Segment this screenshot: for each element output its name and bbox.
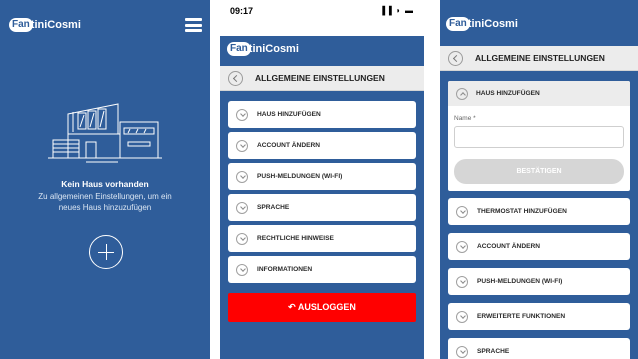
logo-word-a: tini xyxy=(248,43,266,55)
no-house-message: Zu allgemeinen Einstellungen, um ein neu… xyxy=(38,192,172,212)
chevron-up-icon xyxy=(456,87,468,100)
add-house-button[interactable] xyxy=(89,235,123,269)
menu-item-label: INFORMATIONEN xyxy=(257,266,313,273)
menu-item-change-account[interactable]: ACCOUNT ÄNDERN xyxy=(228,132,416,159)
menu-item-push-notifications[interactable]: PUSH-MELDUNGEN (WI-FI) xyxy=(448,268,630,295)
menu-item-label: SPRACHE xyxy=(257,204,290,211)
menu-item-label: HAUS HINZUFÜGEN xyxy=(476,90,540,97)
chevron-down-icon xyxy=(236,139,248,152)
logo-word-b: Cosmi xyxy=(265,43,299,55)
menu-item-label: SPRACHE xyxy=(477,348,510,355)
house-illustration-icon xyxy=(48,103,162,163)
home-screen: Fan tiniCosmi Kein Haus vorhanden Zu allg… xyxy=(0,0,210,359)
menu-item-label: PUSH-MELDUNGEN (WI-FI) xyxy=(477,278,563,285)
menu-item-label: HAUS HINZUFÜGEN xyxy=(257,111,321,118)
menu-item-label: ACCOUNT ÄNDERN xyxy=(257,142,321,149)
menu-item-legal[interactable]: RECHTLICHE HINWEISE xyxy=(228,225,416,252)
logo-word-b: Cosmi xyxy=(484,18,518,30)
fantini-cosmi-logo: Fan tiniCosmi xyxy=(9,18,81,32)
logo-word-a: tini xyxy=(467,18,485,30)
name-input[interactable] xyxy=(454,126,624,148)
menu-item-language[interactable]: SPRACHE xyxy=(228,194,416,221)
chevron-down-icon xyxy=(456,275,468,288)
chevron-down-icon xyxy=(456,205,468,218)
logo-word-b: Cosmi xyxy=(47,19,81,31)
page-title: ALLGEMEINE EINSTELLUNGEN xyxy=(475,53,605,63)
logo-badge: Fan xyxy=(227,42,251,56)
menu-item-add-thermostat[interactable]: THERMOSTAT HINZUFÜGEN xyxy=(448,198,630,225)
chevron-down-icon xyxy=(236,108,248,121)
no-house-title: Kein Haus vorhanden xyxy=(61,179,149,189)
menu-item-language[interactable]: SPRACHE xyxy=(448,338,630,359)
chevron-down-icon xyxy=(236,170,248,183)
menu-item-information[interactable]: INFORMATIONEN xyxy=(228,256,416,283)
name-field-label: Name * xyxy=(454,115,476,122)
chevron-down-icon xyxy=(236,232,248,245)
menu-item-advanced-functions[interactable]: ERWEITERTE FUNKTIONEN xyxy=(448,303,630,330)
menu-item-label: RECHTLICHE HINWEISE xyxy=(257,235,334,242)
chevron-down-icon xyxy=(456,310,468,323)
chevron-down-icon xyxy=(456,240,468,253)
status-bar: 09:17 ▐▐ ◗ ▬ xyxy=(220,0,424,36)
back-icon[interactable] xyxy=(228,70,243,86)
menu-item-label: ERWEITERTE FUNKTIONEN xyxy=(477,313,566,320)
logout-button[interactable]: ↶ AUSLOGGEN xyxy=(228,293,416,322)
add-house-panel: HAUS HINZUFÜGEN Name * BESTÄTIGEN xyxy=(448,81,630,191)
menu-item-label: ACCOUNT ÄNDERN xyxy=(477,243,541,250)
settings-header: ALLGEMEINE EINSTELLUNGEN xyxy=(440,46,638,71)
fantini-cosmi-logo: Fan tiniCosmi xyxy=(446,17,518,31)
settings-menu: THERMOSTAT HINZUFÜGEN ACCOUNT ÄNDERN PUS… xyxy=(448,198,630,359)
menu-item-add-house[interactable]: HAUS HINZUFÜGEN xyxy=(228,101,416,128)
logo-badge: Fan xyxy=(9,18,33,32)
app-header: Fan tiniCosmi xyxy=(220,36,424,60)
menu-item-add-house[interactable]: HAUS HINZUFÜGEN xyxy=(448,81,630,106)
menu-item-push-notifications[interactable]: PUSH-MELDUNGEN (WI-FI) xyxy=(228,163,416,190)
status-icons: ▐▐ ◗ ▬ xyxy=(379,6,414,15)
chevron-down-icon xyxy=(456,345,468,358)
chevron-down-icon xyxy=(236,263,248,276)
settings-menu: HAUS HINZUFÜGEN ACCOUNT ÄNDERN PUSH-MELD… xyxy=(228,101,416,287)
back-icon[interactable] xyxy=(448,50,463,66)
logo-badge: Fan xyxy=(446,17,470,31)
chevron-down-icon xyxy=(236,201,248,214)
add-house-screen: Fan tiniCosmi ALLGEMEINE EINSTELLUNGEN HA… xyxy=(440,0,638,359)
page-title: ALLGEMEINE EINSTELLUNGEN xyxy=(255,73,385,83)
app-header: Fan tiniCosmi xyxy=(440,0,638,40)
logo-word-a: tini xyxy=(30,19,48,31)
settings-screen: 09:17 ▐▐ ◗ ▬ Fan tiniCosmi ALLGEMEINE EIN… xyxy=(220,0,424,359)
settings-header: ALLGEMEINE EINSTELLUNGEN xyxy=(220,66,424,91)
hamburger-menu-icon[interactable] xyxy=(185,18,202,32)
fantini-cosmi-logo: Fan tiniCosmi xyxy=(227,42,299,56)
menu-item-label: PUSH-MELDUNGEN (WI-FI) xyxy=(257,173,343,180)
menu-item-change-account[interactable]: ACCOUNT ÄNDERN xyxy=(448,233,630,260)
menu-item-label: THERMOSTAT HINZUFÜGEN xyxy=(477,208,567,215)
status-time: 09:17 xyxy=(230,6,254,16)
confirm-button[interactable]: BESTÄTIGEN xyxy=(454,159,624,184)
